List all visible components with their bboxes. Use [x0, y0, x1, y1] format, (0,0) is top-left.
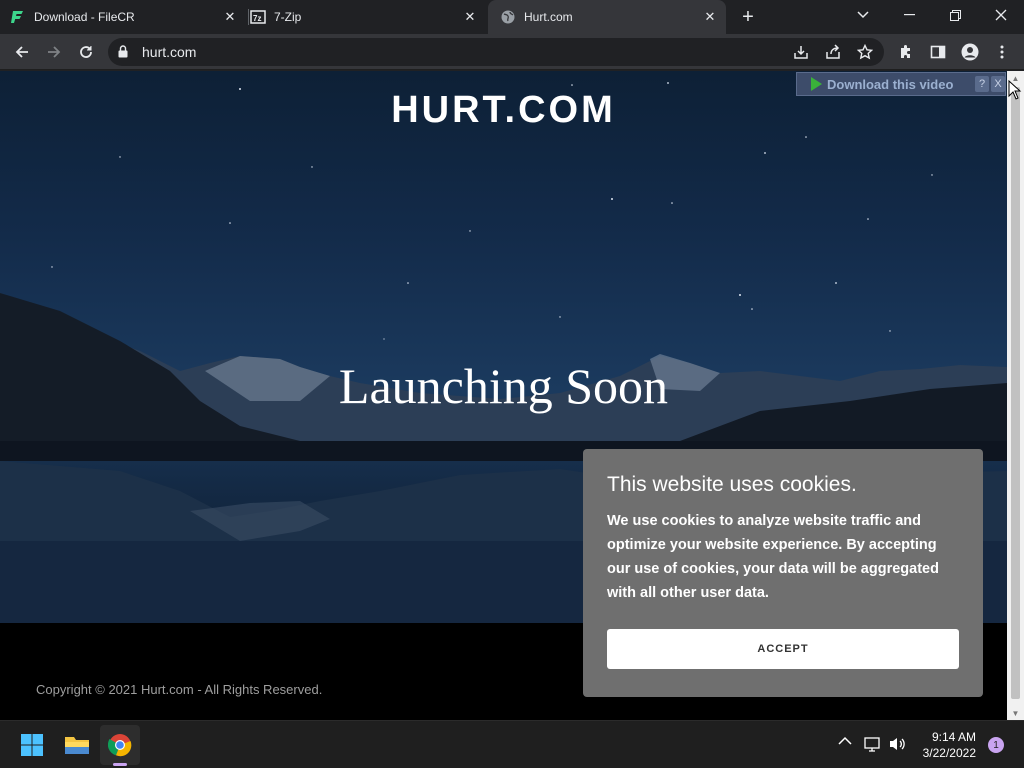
7zip-icon: 7z [250, 9, 266, 25]
network-button[interactable] [864, 736, 882, 755]
cookie-banner: This website uses cookies. We use cookie… [583, 449, 983, 697]
close-tab-icon[interactable]: ✕ [462, 9, 478, 25]
url-text[interactable]: hurt.com [142, 44, 196, 60]
scrollbar-thumb[interactable] [1011, 87, 1020, 699]
bookmark-star-icon[interactable] [856, 43, 874, 61]
windows-taskbar: 9:14 AM 3/22/2022 1 [0, 720, 1024, 768]
volume-button[interactable] [889, 736, 907, 755]
mouse-cursor-icon [1008, 80, 1022, 100]
arrow-right-icon [48, 46, 61, 58]
tab-7zip[interactable]: 7z 7-Zip ✕ [250, 0, 486, 34]
tab-hurt[interactable]: Hurt.com ✕ [488, 0, 726, 34]
kebab-menu-icon [1000, 45, 1004, 59]
launching-soon-heading: Launching Soon [338, 358, 669, 414]
close-icon [995, 9, 1007, 21]
page-viewport: HURT.COM Launching Soon Copyright © 2021… [0, 71, 1007, 720]
accept-cookies-button[interactable]: ACCEPT [607, 629, 959, 669]
close-window-button[interactable] [978, 0, 1024, 30]
scroll-down-arrow-icon[interactable]: ▼ [1007, 706, 1024, 720]
new-tab-button[interactable]: + [736, 5, 760, 29]
clock-date: 3/22/2022 [922, 746, 976, 760]
close-tab-icon[interactable]: ✕ [222, 9, 238, 25]
tab-filecr[interactable]: Download - FileCR ✕ [10, 0, 246, 34]
copyright-text: Copyright © 2021 Hurt.com - All Rights R… [36, 682, 323, 697]
tab-title: Download - FileCR [34, 10, 135, 24]
file-explorer-button[interactable] [61, 729, 93, 761]
reload-icon [80, 46, 92, 58]
profile-button[interactable] [958, 40, 982, 64]
start-button[interactable] [16, 729, 48, 761]
globe-icon [500, 9, 516, 25]
chrome-taskbar-button[interactable] [104, 729, 136, 761]
active-app-indicator [113, 763, 127, 766]
cookie-body: We use cookies to analyze website traffi… [607, 513, 939, 601]
tab-separator [248, 9, 249, 25]
restore-icon [949, 9, 961, 21]
show-hidden-icons-button[interactable] [838, 735, 852, 749]
install-app-icon[interactable] [792, 43, 810, 61]
extensions-button[interactable] [894, 40, 918, 64]
puzzle-icon [901, 45, 910, 58]
side-panel-icon [930, 45, 946, 59]
restore-button[interactable] [932, 0, 978, 30]
help-icon[interactable]: ? [975, 76, 989, 92]
close-icon[interactable]: X [991, 76, 1005, 92]
system-clock[interactable]: 9:14 AM 3/22/2022 [914, 729, 976, 761]
tab-search-button[interactable] [840, 0, 886, 30]
speaker-icon [890, 738, 905, 750]
minimize-icon [903, 14, 915, 16]
lock-icon[interactable] [118, 45, 128, 63]
filecr-icon [10, 9, 26, 25]
close-tab-icon[interactable]: ✕ [702, 9, 718, 25]
chrome-icon [108, 734, 132, 757]
share-icon[interactable] [824, 43, 842, 61]
chevron-up-icon [838, 736, 852, 745]
windows-logo-icon [21, 734, 43, 756]
arrow-left-icon [15, 46, 28, 58]
svg-text:7z: 7z [253, 14, 261, 23]
tab-strip: Download - FileCR ✕ 7z 7-Zip ✕ Hurt.com … [0, 0, 1024, 34]
play-icon [811, 77, 822, 91]
menu-button[interactable] [990, 40, 1014, 64]
clock-time: 9:14 AM [931, 730, 976, 744]
page-scrollbar[interactable]: ▲ ▼ [1007, 71, 1024, 720]
notification-badge[interactable]: 1 [988, 737, 1004, 753]
forward-button[interactable] [42, 40, 66, 64]
tab-title: Hurt.com [524, 10, 573, 24]
back-button[interactable] [10, 40, 34, 64]
minimize-button[interactable] [886, 0, 932, 30]
download-video-label[interactable]: Download this video [827, 77, 953, 92]
network-monitor-icon [864, 737, 880, 752]
tab-title: 7-Zip [274, 10, 302, 24]
address-bar[interactable]: hurt.com [108, 38, 884, 66]
download-video-bar[interactable]: Download this video ? X [796, 72, 1006, 96]
folder-icon [65, 737, 89, 754]
cookie-title: This website uses cookies. [607, 473, 857, 496]
side-panel-button[interactable] [926, 40, 950, 64]
avatar-icon [961, 43, 979, 61]
chevron-down-icon [857, 11, 869, 19]
reload-button[interactable] [74, 40, 98, 64]
browser-toolbar: hurt.com [0, 34, 1024, 70]
